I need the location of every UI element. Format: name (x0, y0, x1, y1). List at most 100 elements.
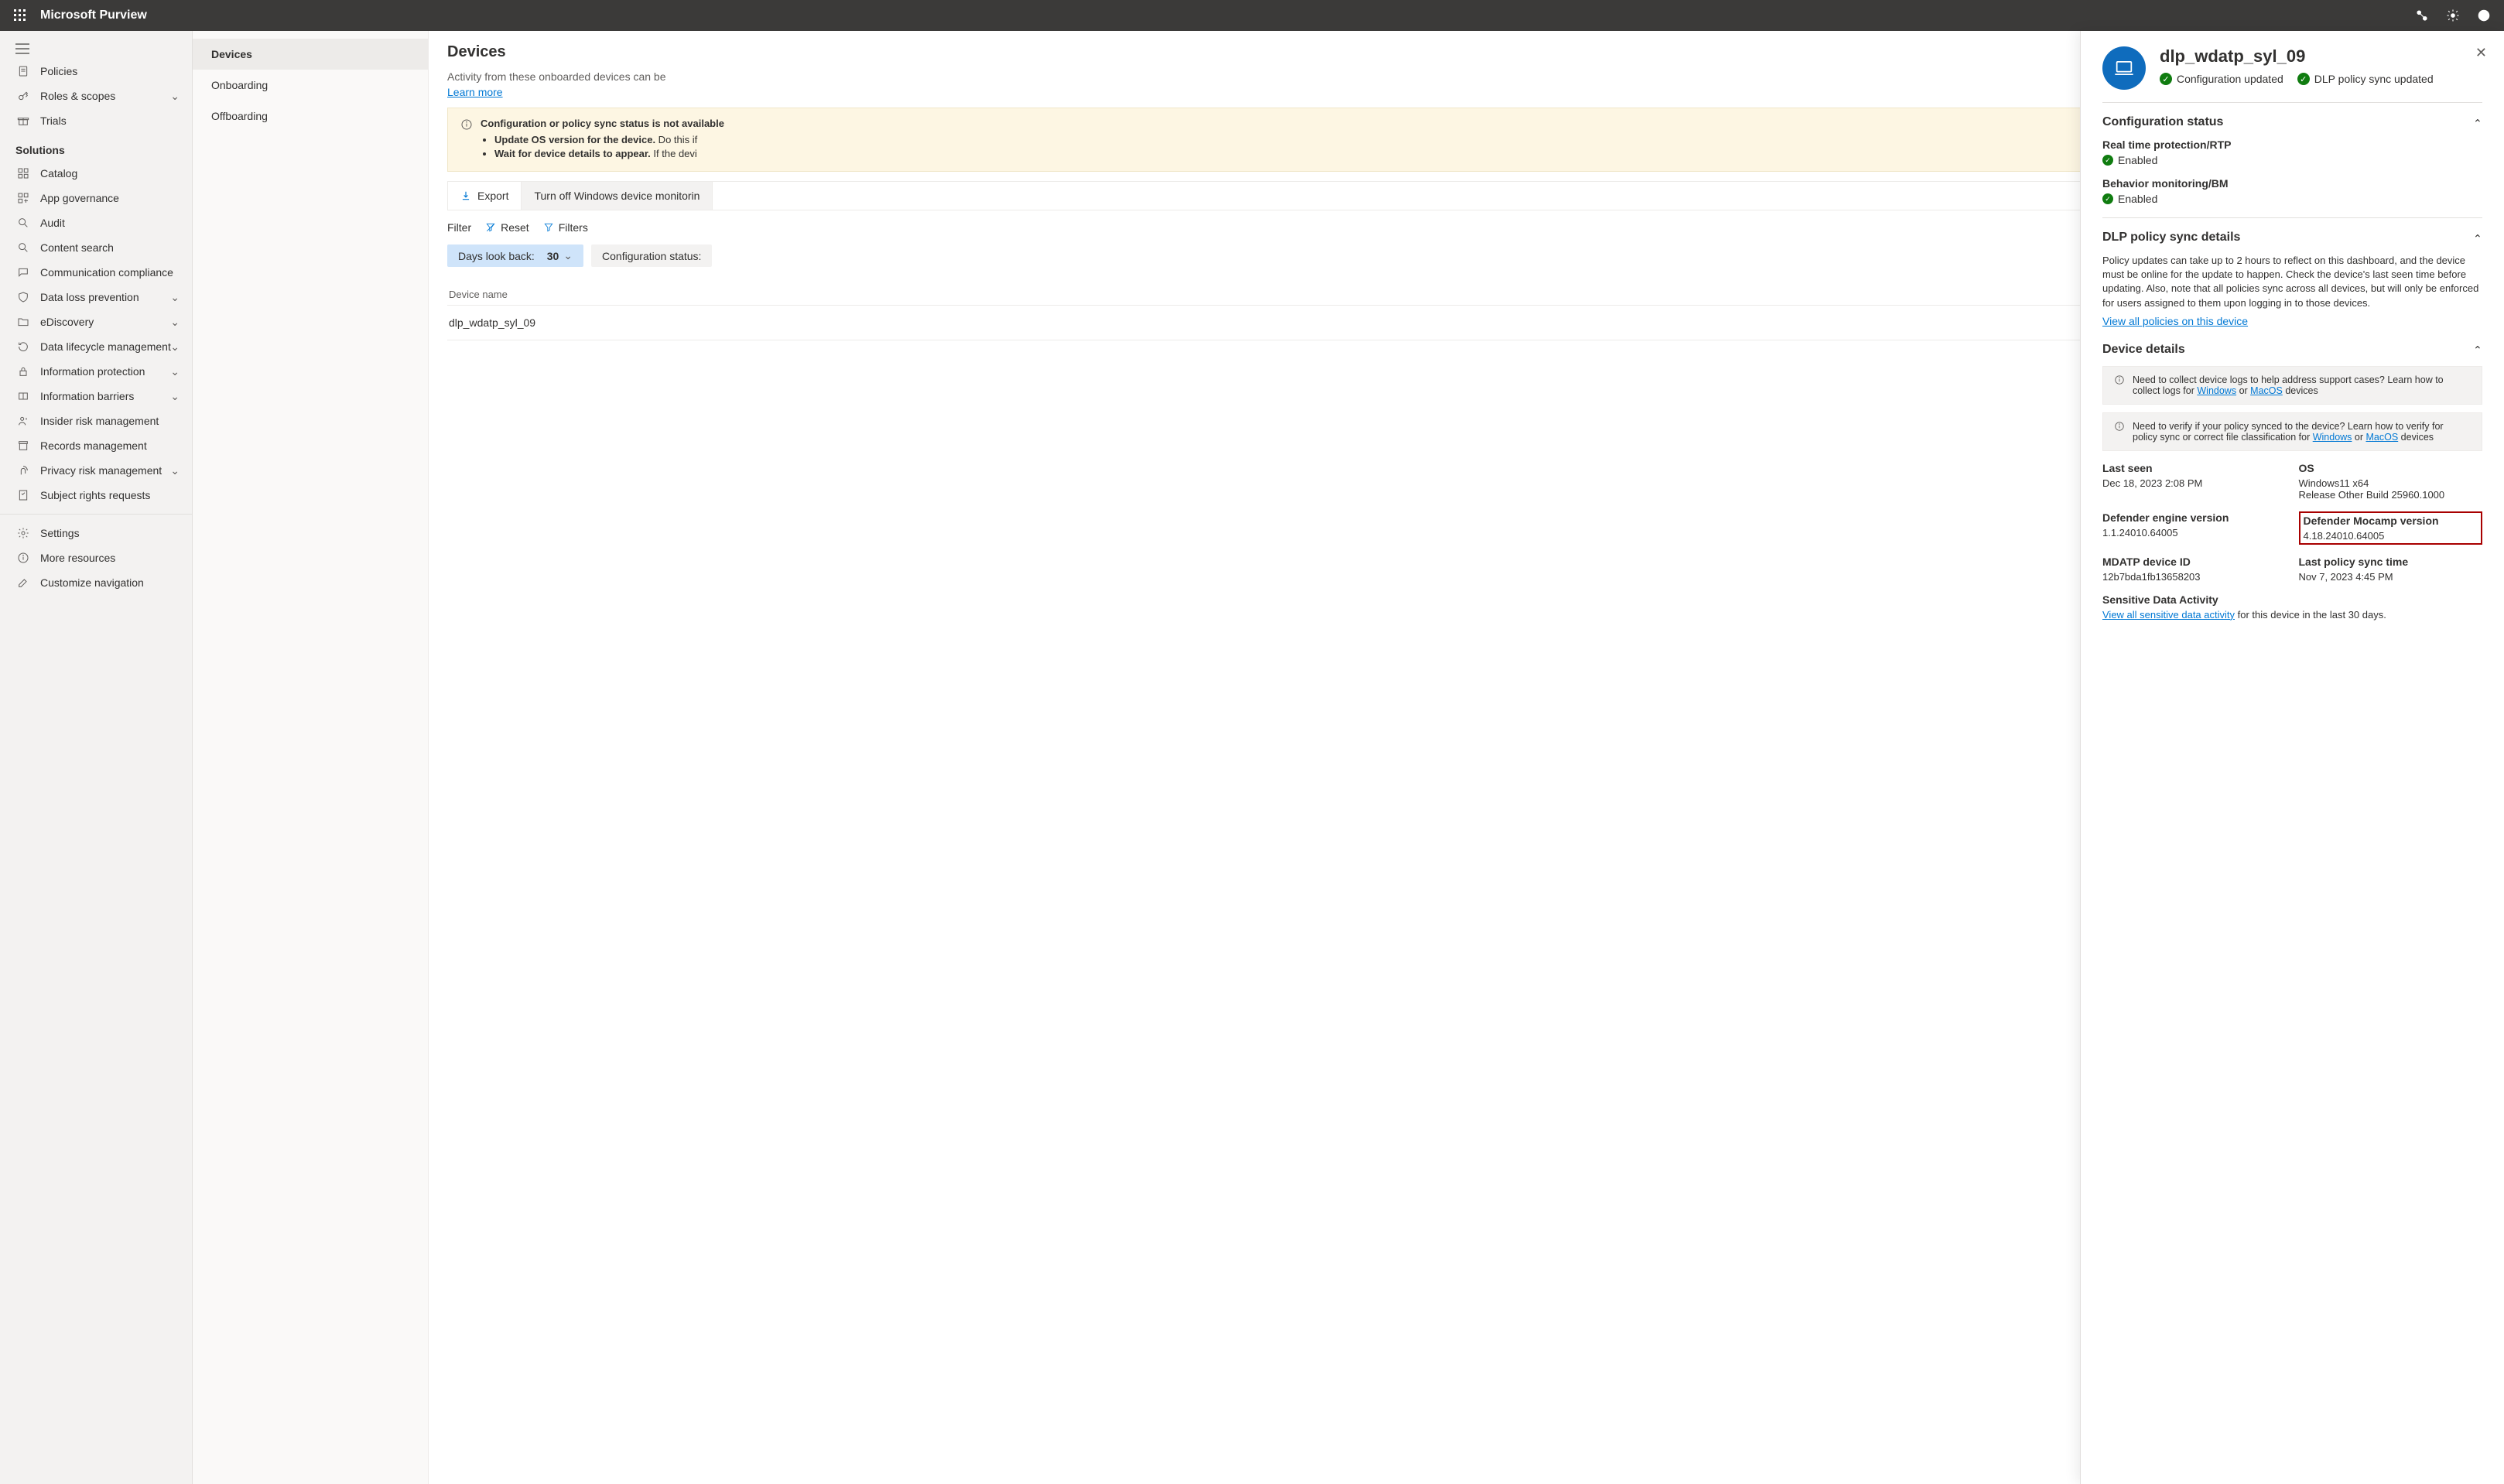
archive-icon (15, 439, 31, 452)
fingerprint-icon (15, 464, 31, 477)
subnav-devices[interactable]: Devices (193, 39, 428, 70)
collapse-sidebar-icon[interactable] (0, 37, 192, 59)
chevron-down-icon: ⌄ (170, 365, 180, 378)
subnav: Devices Onboarding Offboarding (193, 31, 429, 1484)
nav-label: Privacy risk management (40, 464, 162, 477)
device-detail-panel: ✕ dlp_wdatp_syl_09 ✓Configuration update… (2080, 31, 2504, 1484)
app-launcher-icon[interactable] (8, 3, 32, 28)
macos-logs-link[interactable]: MacOS (2250, 385, 2283, 396)
help-icon[interactable] (2472, 3, 2496, 28)
chevron-down-icon: ⌄ (170, 90, 180, 103)
nav-data-lifecycle[interactable]: Data lifecycle management⌄ (0, 334, 192, 359)
rtp-label: Real time protection/RTP (2102, 138, 2482, 151)
key-icon (15, 90, 31, 102)
last-sync-value: Nov 7, 2023 4:45 PM (2299, 571, 2483, 583)
info-icon (2114, 421, 2125, 443)
nav-subject-rights[interactable]: Subject rights requests (0, 483, 192, 508)
nav-more-resources[interactable]: More resources (0, 545, 192, 570)
nav-label: Content search (40, 241, 114, 254)
nav-trials[interactable]: Trials (0, 108, 192, 133)
nav-insider-risk[interactable]: Insider risk management (0, 409, 192, 433)
nav-label: Settings (40, 527, 80, 539)
apps-icon (15, 192, 31, 204)
filter-label: Filter (447, 221, 471, 234)
barrier-icon (15, 390, 31, 402)
nav-label: App governance (40, 192, 119, 204)
last-sync-label: Last policy sync time (2299, 556, 2483, 568)
nav-app-governance[interactable]: App governance (0, 186, 192, 210)
highlighted-mocamp-box: Defender Mocamp version 4.18.24010.64005 (2299, 511, 2483, 545)
defender-mocamp-value: 4.18.24010.64005 (2304, 530, 2478, 542)
sync-description: Policy updates can take up to 2 hours to… (2102, 254, 2482, 310)
section-configuration-status[interactable]: Configuration status ⌄ (2102, 115, 2482, 129)
nav-label: Records management (40, 439, 147, 452)
nav-content-search[interactable]: Content search (0, 235, 192, 260)
chevron-down-icon: ⌄ (170, 291, 180, 304)
nav-communication-compliance[interactable]: Communication compliance (0, 260, 192, 285)
export-button[interactable]: Export (448, 182, 522, 210)
chat-icon (15, 266, 31, 279)
nav-policies[interactable]: Policies (0, 59, 192, 84)
nav-label: Data loss prevention (40, 291, 139, 303)
reset-filter-button[interactable]: Reset (485, 221, 529, 234)
folder-search-icon (15, 316, 31, 328)
nav-audit[interactable]: Audit (0, 210, 192, 235)
info-title: Configuration or policy sync status is n… (481, 118, 724, 129)
learn-more-link[interactable]: Learn more (447, 86, 503, 98)
nav-data-loss-prevention[interactable]: Data loss prevention ⌄ (0, 285, 192, 309)
nav-records-management[interactable]: Records management (0, 433, 192, 458)
connector-icon[interactable] (2410, 3, 2434, 28)
os-label: OS (2299, 462, 2483, 474)
topbar: Microsoft Purview (0, 0, 2504, 31)
nav-label: More resources (40, 552, 115, 564)
macos-verify-link[interactable]: MacOS (2366, 432, 2399, 443)
nav-settings[interactable]: Settings (0, 521, 192, 545)
gear-icon[interactable] (2441, 3, 2465, 28)
windows-verify-link[interactable]: Windows (2313, 432, 2352, 443)
subnav-offboarding[interactable]: Offboarding (193, 101, 428, 132)
os-value: Windows11 x64 Release Other Build 25960.… (2299, 477, 2483, 501)
defender-mocamp-label: Defender Mocamp version (2304, 515, 2478, 527)
close-icon[interactable]: ✕ (2475, 45, 2487, 61)
mdatp-id-label: MDATP device ID (2102, 556, 2287, 568)
nav-roles-scopes[interactable]: Roles & scopes ⌄ (0, 84, 192, 108)
bm-label: Behavior monitoring/BM (2102, 177, 2482, 190)
mdatp-id-value: 12b7bda1fb13658203 (2102, 571, 2287, 583)
search-icon (15, 241, 31, 254)
sensitive-activity-link[interactable]: View all sensitive data activity (2102, 609, 2235, 621)
config-status-pill[interactable]: Configuration status: (591, 244, 712, 267)
gear-icon (15, 527, 31, 539)
defender-engine-label: Defender engine version (2102, 511, 2287, 524)
nav-information-protection[interactable]: Information protection⌄ (0, 359, 192, 384)
bm-value: Enabled (2118, 193, 2157, 205)
nav-label: Data lifecycle management (40, 340, 171, 353)
info-icon (2114, 374, 2125, 396)
days-lookback-pill[interactable]: Days look back: 30 ⌄ (447, 244, 583, 267)
view-policies-link[interactable]: View all policies on this device (2102, 315, 2482, 327)
brand-title: Microsoft Purview (40, 9, 147, 22)
windows-logs-link[interactable]: Windows (2197, 385, 2236, 396)
toggle-monitoring-button[interactable]: Turn off Windows device monitorin (522, 182, 713, 210)
nav-information-barriers[interactable]: Information barriers⌄ (0, 384, 192, 409)
nav-label: eDiscovery (40, 316, 94, 328)
lifecycle-icon (15, 340, 31, 353)
filters-button[interactable]: Filters (543, 221, 588, 234)
defender-engine-value: 1.1.24010.64005 (2102, 527, 2287, 539)
nav-ediscovery[interactable]: eDiscovery⌄ (0, 309, 192, 334)
nav-catalog[interactable]: Catalog (0, 161, 192, 186)
gift-icon (15, 115, 31, 127)
section-device-details[interactable]: Device details ⌄ (2102, 343, 2482, 357)
subnav-onboarding[interactable]: Onboarding (193, 70, 428, 101)
nav-privacy-risk[interactable]: Privacy risk management ⌄ (0, 458, 192, 483)
nav-label: Policies (40, 65, 77, 77)
nav-label: Catalog (40, 167, 77, 180)
nav-customize[interactable]: Customize navigation (0, 570, 192, 595)
nav-label: Communication compliance (40, 266, 173, 279)
chevron-down-icon: ⌄ (170, 340, 180, 354)
chevron-down-icon: ⌄ (170, 464, 180, 477)
nav-label: Trials (40, 115, 67, 127)
divider (0, 514, 192, 515)
rtp-value: Enabled (2118, 154, 2157, 166)
sensitive-data-label: Sensitive Data Activity (2102, 593, 2482, 606)
section-dlp-sync[interactable]: DLP policy sync details ⌄ (2102, 231, 2482, 244)
